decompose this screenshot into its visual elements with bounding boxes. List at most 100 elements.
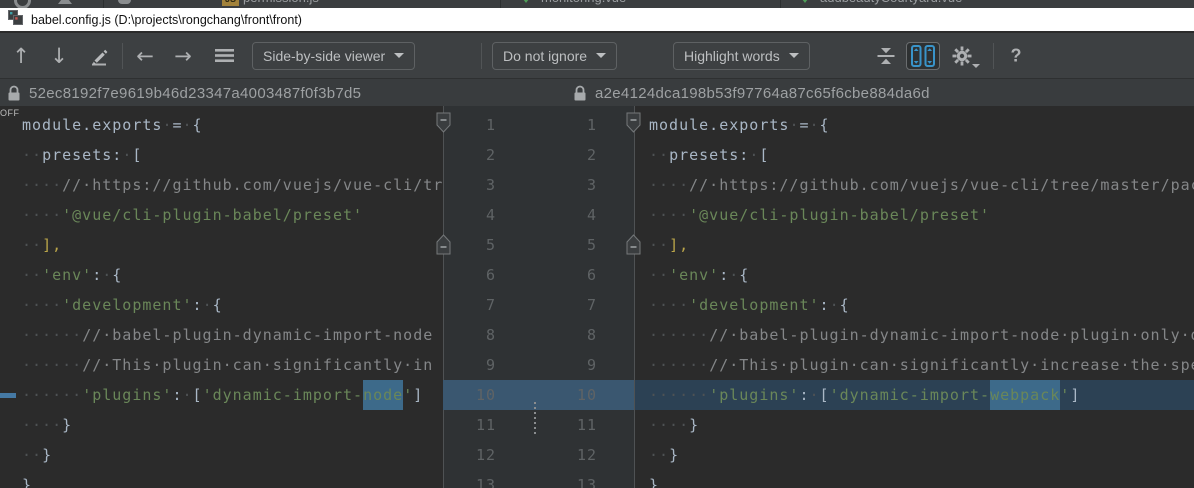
line-number: 6: [443, 260, 496, 290]
window-title: babel.config.js (D:\projects\rongchang\f…: [31, 13, 302, 27]
whitespace-policy-dropdown[interactable]: Do not ignore: [492, 42, 617, 70]
code-line[interactable]: ··presets:·[: [635, 140, 1194, 170]
plugin-icon[interactable]: [118, 0, 131, 4]
code-line[interactable]: ······//·This·plugin·can·significantly·i…: [635, 350, 1194, 380]
chevron-down-icon: [789, 53, 799, 58]
code-line[interactable]: ····}: [0, 410, 443, 440]
line-number: 4: [531, 200, 597, 230]
lock-icon: [8, 85, 20, 101]
code-line[interactable]: }: [635, 470, 1194, 488]
line-number: 8: [531, 320, 597, 350]
line-number: 7: [443, 290, 496, 320]
code-line[interactable]: ····'development':·{: [0, 290, 443, 320]
soft-wrap-indicator: OFF: [0, 108, 20, 118]
fold-marker-icon[interactable]: [626, 233, 641, 255]
right-line-numbers: 12345678910111213: [531, 106, 599, 488]
chevron-down-icon: [596, 53, 606, 58]
tab-addbeautycourtyard-vue[interactable]: addbeautyCourtyard.vue: [820, 0, 962, 7]
next-change-button[interactable]: ↓: [46, 42, 72, 70]
modified-file-icon: [520, 0, 532, 3]
line-number: 12: [531, 440, 597, 470]
chevron-down-icon: [394, 53, 404, 58]
code-line[interactable]: ······//·babel-plugin-dynamic-import-nod…: [0, 320, 443, 350]
toolbar-divider: [481, 43, 482, 69]
chevron-down-icon: [972, 64, 980, 68]
diff-content: OFF module.exports·=·{··presets:·[····//…: [0, 106, 1194, 488]
code-line[interactable]: ······'plugins':·['dynamic-import-node']: [0, 380, 443, 410]
left-revision: 52ec8192f7e9619b46d23347a4003487f0f3b7d5: [8, 79, 361, 107]
code-line[interactable]: ······//·babel-plugin-dynamic-import-nod…: [635, 320, 1194, 350]
splitter-drag-handle[interactable]: [534, 402, 537, 434]
collapse-arrow-icon[interactable]: [58, 0, 72, 4]
whitespace-policy-label: Do not ignore: [503, 48, 587, 64]
right-revision: a2e4124dca198b53f97764a87c65f6cbe884da6d: [574, 79, 930, 107]
code-line[interactable]: ··presets:·[: [0, 140, 443, 170]
js-file-icon: JS: [222, 0, 239, 6]
line-number: 4: [443, 200, 496, 230]
line-number: 2: [531, 140, 597, 170]
line-number: 10: [531, 380, 597, 410]
line-number: 13: [531, 470, 597, 488]
code-line[interactable]: }: [0, 470, 443, 488]
forward-button[interactable]: →: [170, 42, 196, 70]
sync-scroll-toggle[interactable]: [906, 42, 940, 70]
line-number: 10: [443, 380, 496, 410]
history-menu-icon[interactable]: [210, 42, 238, 70]
line-number: 9: [531, 350, 597, 380]
line-number: 5: [531, 230, 597, 260]
divider: [103, 0, 104, 8]
diff-gutter: 12345678910111213 12345678910111213: [443, 106, 634, 488]
right-editor[interactable]: module.exports·=·{··presets:·[····//·htt…: [635, 106, 1194, 488]
line-number: 12: [443, 440, 496, 470]
toolbar-divider: [993, 43, 994, 69]
viewer-mode-label: Side-by-side viewer: [263, 48, 385, 64]
fold-marker-icon[interactable]: [626, 112, 641, 134]
back-button[interactable]: ←: [132, 42, 158, 70]
previous-change-button[interactable]: ↑: [8, 42, 34, 70]
highlight-mode-dropdown[interactable]: Highlight words: [673, 42, 810, 70]
line-number: 3: [531, 170, 597, 200]
line-number: 3: [443, 170, 496, 200]
highlight-mode-label: Highlight words: [684, 48, 780, 64]
code-line[interactable]: ····'@vue/cli-plugin-babel/preset': [635, 200, 1194, 230]
tab-permission-js[interactable]: permission.js: [243, 0, 319, 7]
find-icon[interactable]: [14, 0, 31, 8]
line-number: 6: [531, 260, 597, 290]
code-line[interactable]: ··'env':·{: [0, 260, 443, 290]
right-revision-hash: a2e4124dca198b53f97764a87c65f6cbe884da6d: [595, 85, 930, 102]
code-line[interactable]: module.exports·=·{: [635, 110, 1194, 140]
code-line[interactable]: ····'development':·{: [635, 290, 1194, 320]
line-number: 1: [531, 110, 597, 140]
line-number: 8: [443, 320, 496, 350]
tab-monitoring-vue[interactable]: monitoring.vue: [541, 0, 626, 7]
collapse-unchanged-icon[interactable]: [872, 42, 900, 70]
line-number: 2: [443, 140, 496, 170]
help-button[interactable]: ?: [1004, 45, 1028, 66]
line-number: 11: [443, 410, 496, 440]
viewer-mode-dropdown[interactable]: Side-by-side viewer: [252, 42, 415, 70]
code-line[interactable]: ····}: [635, 410, 1194, 440]
pane-divider: [634, 106, 635, 488]
code-line[interactable]: ··}: [635, 440, 1194, 470]
code-line[interactable]: ····//·https://github.com/vuejs/vue-cli/…: [635, 170, 1194, 200]
line-number: 9: [443, 350, 496, 380]
fold-marker-icon[interactable]: [436, 233, 451, 255]
left-editor[interactable]: module.exports·=·{··presets:·[····//·htt…: [0, 106, 443, 488]
code-line[interactable]: ··],: [635, 230, 1194, 260]
code-line[interactable]: ··}: [0, 440, 443, 470]
diff-window-icon: [8, 10, 23, 30]
diff-toolbar: ↑ ↓ ← → Side-by-side viewer Do no: [0, 31, 1194, 78]
line-number: 13: [443, 470, 496, 488]
code-line[interactable]: module.exports·=·{: [0, 110, 443, 140]
fold-marker-icon[interactable]: [436, 112, 451, 134]
code-line[interactable]: ··'env':·{: [635, 260, 1194, 290]
edit-source-icon[interactable]: [84, 42, 114, 70]
code-line[interactable]: ······//·This·plugin·can·significantly·i…: [0, 350, 443, 380]
code-line[interactable]: ····'@vue/cli-plugin-babel/preset': [0, 200, 443, 230]
code-line[interactable]: ····//·https://github.com/vuejs/vue-cli/…: [0, 170, 443, 200]
toolbar-divider: [122, 43, 123, 69]
settings-gear-icon[interactable]: [946, 42, 978, 70]
code-line[interactable]: ··],: [0, 230, 443, 260]
window-titlebar: babel.config.js (D:\projects\rongchang\f…: [0, 8, 1194, 31]
code-line[interactable]: ······'plugins':·['dynamic-import-webpac…: [635, 380, 1194, 410]
